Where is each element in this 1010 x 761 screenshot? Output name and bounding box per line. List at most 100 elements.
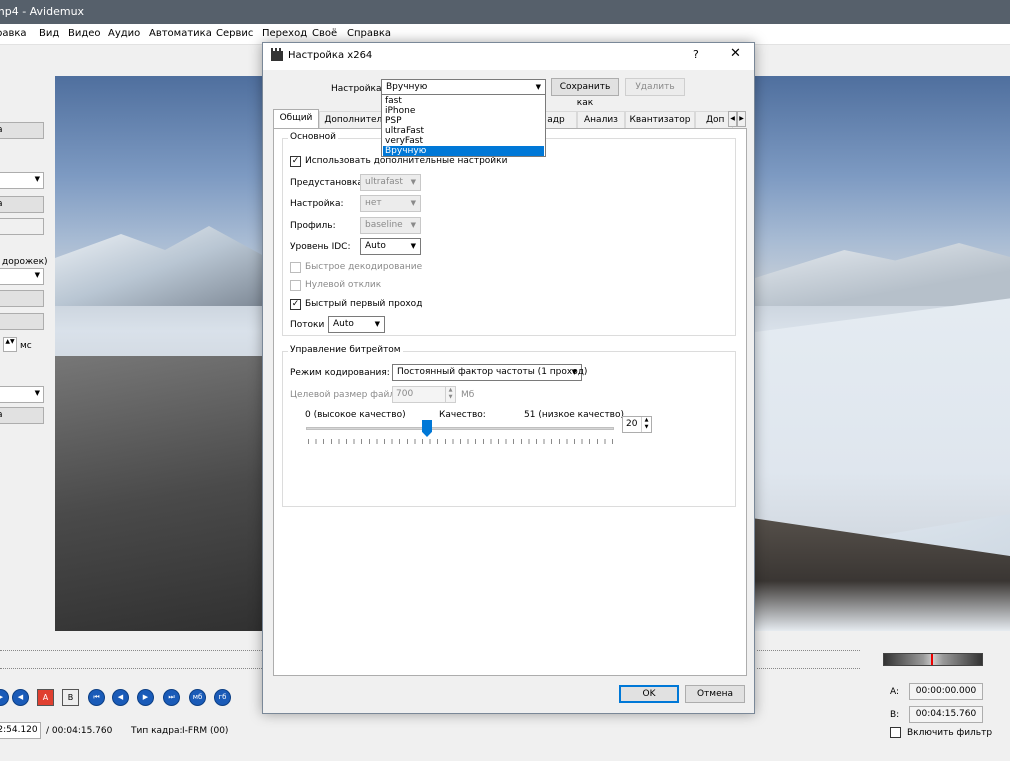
close-icon[interactable]: ✕ xyxy=(730,46,741,61)
quality-slider-track[interactable] xyxy=(306,427,614,430)
timeline-scale-top-left xyxy=(0,650,262,652)
encoding-mode-combo[interactable]: Постоянный фактор частоты (1 проход) ▼ xyxy=(392,364,587,381)
preset-option-veryfast[interactable]: veryFast xyxy=(383,136,544,146)
menu-video[interactable]: Видео xyxy=(68,28,101,39)
output-config-button[interactable]: а xyxy=(0,407,44,424)
help-icon[interactable]: ? xyxy=(693,48,699,61)
delete-button[interactable]: Удалить xyxy=(625,78,685,96)
audio-config-button[interactable] xyxy=(0,290,44,307)
fast-first-pass-label: Быстрый первый проход xyxy=(305,299,423,309)
enable-filter-checkbox[interactable] xyxy=(890,727,901,738)
ok-button[interactable]: OK xyxy=(619,685,679,703)
chevron-down-icon: ▼ xyxy=(410,221,416,229)
threads-label: Потоки xyxy=(290,320,325,330)
preset-dropdown-list: fast iPhone PSP ultraFast veryFast Вручн… xyxy=(381,94,546,157)
video-codec-combo[interactable] xyxy=(0,172,44,189)
next-keyframe-icon[interactable]: ▶ xyxy=(137,689,154,706)
video-config-button[interactable]: а xyxy=(0,122,44,139)
back-mb-icon[interactable]: мб xyxy=(189,689,206,706)
bitrate-group-title: Управление битрейтом xyxy=(288,345,403,355)
current-time-field[interactable]: 2:54.120 xyxy=(0,722,41,739)
tab-analysis[interactable]: Анализ xyxy=(577,111,625,129)
goto-start-icon[interactable]: ⏮ xyxy=(88,689,105,706)
threads-combo[interactable]: Auto ▼ xyxy=(328,316,385,333)
prev-keyframe-icon[interactable]: ◀ xyxy=(112,689,129,706)
preset-option-ultrafast[interactable]: ultraFast xyxy=(383,126,544,136)
preset-option-manual[interactable]: Вручную xyxy=(383,146,544,156)
target-size-unit: Мб xyxy=(461,390,475,400)
menu-help[interactable]: Справка xyxy=(347,28,391,39)
ms-label: мс xyxy=(20,341,32,351)
menu-go[interactable]: Переход xyxy=(262,28,307,39)
chevron-down-icon: ▼ xyxy=(571,368,577,376)
video-mountain-right xyxy=(755,243,1010,306)
tab-general[interactable]: Общий xyxy=(273,109,319,130)
audio-filters-button[interactable] xyxy=(0,313,44,330)
output-format-combo[interactable] xyxy=(0,386,44,403)
total-time-label: / 00:04:15.760 xyxy=(46,726,113,736)
menu-view[interactable]: Вид xyxy=(39,28,59,39)
frame-type-value: I-FRM (00) xyxy=(182,726,229,736)
preset-option-psp[interactable]: PSP xyxy=(383,116,544,126)
marker-a-time: 00:00:00.000 xyxy=(909,683,983,700)
tab-quantizer[interactable]: Квантизатор xyxy=(625,111,695,129)
preset-option-fast[interactable]: fast xyxy=(383,96,544,106)
save-as-button[interactable]: Сохранить как xyxy=(551,78,619,108)
tuning-combo[interactable]: нет ▼ xyxy=(360,195,421,212)
chevron-down-icon: ▼ xyxy=(410,199,416,207)
marker-a-label: A: xyxy=(890,687,900,697)
ms-spinner[interactable]: ▲▼ xyxy=(3,337,17,352)
cancel-button[interactable]: Отмена xyxy=(685,685,745,703)
prev-frame-icon[interactable]: ◀ xyxy=(12,689,29,706)
goto-end-icon[interactable]: ⏭ xyxy=(163,689,180,706)
basic-group-title: Основной xyxy=(288,132,338,142)
menu-auto[interactable]: Автоматика xyxy=(149,28,212,39)
video-snowfield xyxy=(755,298,1010,556)
quality-spinner[interactable]: 20 ▲ ▼ xyxy=(622,416,652,433)
set-marker-a-button[interactable]: A xyxy=(37,689,54,706)
menu-custom[interactable]: Своё xyxy=(312,28,337,39)
video-filters-button[interactable]: а xyxy=(0,196,44,213)
use-advanced-checkbox[interactable]: ✓ xyxy=(290,156,301,167)
chevron-down-icon: ▼ xyxy=(410,178,416,186)
idc-level-value: Auto xyxy=(365,241,386,251)
menu-edit[interactable]: равка xyxy=(0,28,27,39)
chevron-down-icon: ▼ xyxy=(374,320,380,328)
preset-level-combo[interactable]: ultrafast ▼ xyxy=(360,174,421,191)
menu-audio[interactable]: Аудио xyxy=(108,28,140,39)
forward-gb-icon[interactable]: гб xyxy=(214,689,231,706)
target-size-spinner[interactable]: 700 ▲ ▼ xyxy=(392,386,456,403)
volume-jog-slider[interactable] xyxy=(883,653,983,666)
audio-tracks-label: дорожек) xyxy=(2,257,48,267)
set-marker-b-button[interactable]: B xyxy=(62,689,79,706)
menu-tools[interactable]: Сервис xyxy=(216,28,253,39)
profile-label: Профиль: xyxy=(290,221,336,231)
target-size-label: Целевой размер файла: xyxy=(290,390,404,400)
dialog-title: Настройка x264 xyxy=(288,50,373,61)
fast-first-pass-checkbox[interactable]: ✓ xyxy=(290,299,301,310)
chevron-down-icon: ▼ xyxy=(410,242,416,250)
preset-option-iphone[interactable]: iPhone xyxy=(383,106,544,116)
timeline-scale-bottom-right xyxy=(757,668,860,670)
general-tab-page: Основной ✓ Использовать дополнительные н… xyxy=(273,128,747,676)
main-title-bar: mp4 - Avidemux xyxy=(0,0,1010,24)
idc-level-combo[interactable]: Auto ▼ xyxy=(360,238,421,255)
spin-arrows-icon: ▲ ▼ xyxy=(641,417,651,432)
zero-latency-checkbox[interactable] xyxy=(290,280,301,291)
tab-scroll-right-icon[interactable]: ▶ xyxy=(737,111,746,127)
profile-combo[interactable]: baseline ▼ xyxy=(360,217,421,234)
use-advanced-label: Использовать дополнительные настройки xyxy=(305,156,508,166)
clapperboard-icon xyxy=(271,48,283,61)
video-mountain-left xyxy=(55,226,275,306)
play-icon[interactable]: ▶ xyxy=(0,689,9,706)
quality-slider-ticks xyxy=(308,439,614,444)
tab-scroll-left-icon[interactable]: ◀ xyxy=(728,111,737,127)
target-size-value: 700 xyxy=(396,389,414,399)
enable-filter-label: Включить фильтр xyxy=(907,728,993,738)
fast-decode-checkbox[interactable] xyxy=(290,262,301,273)
quality-high-label: 51 (низкое качество) xyxy=(524,410,625,420)
preset-level-value: ultrafast xyxy=(365,177,403,187)
audio-codec-combo[interactable] xyxy=(0,268,44,285)
quality-low-label: 0 (высокое качество) xyxy=(305,410,406,420)
video-shift-button[interactable] xyxy=(0,218,44,235)
